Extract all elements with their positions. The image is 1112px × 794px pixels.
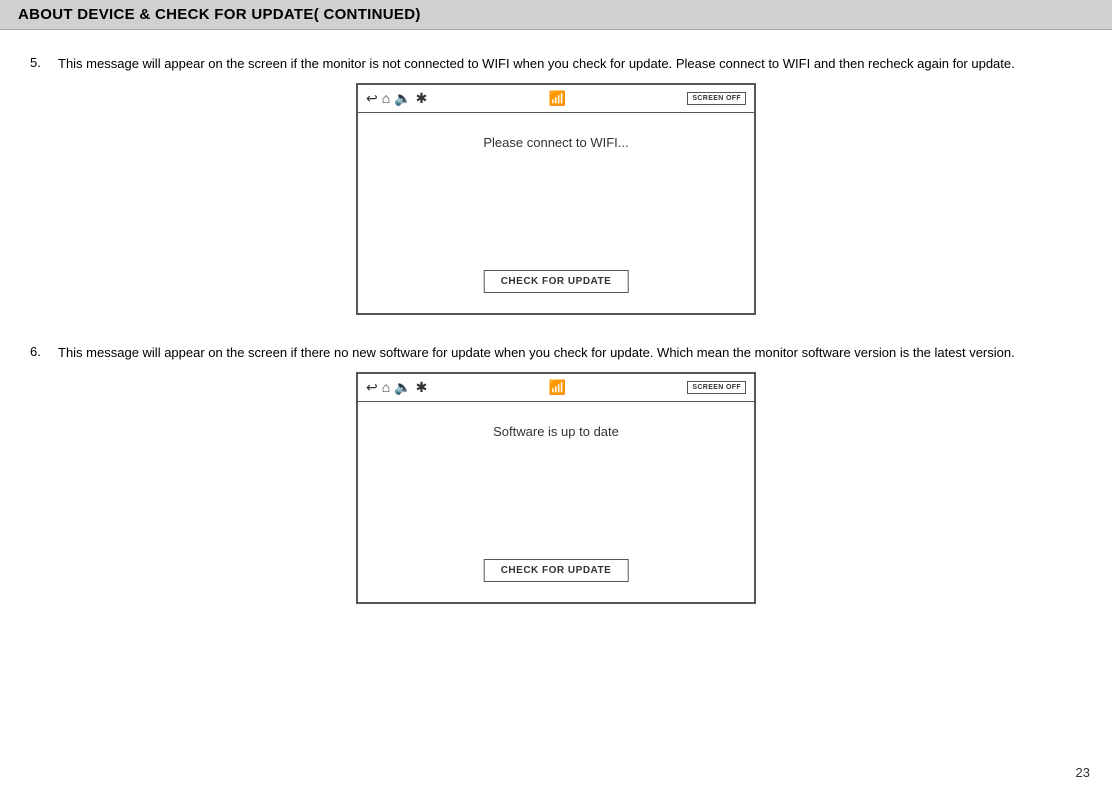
step-6-text: This message will appear on the screen i… <box>58 343 1015 364</box>
check-update-button-5[interactable]: CHECK FOR UPDATE <box>484 270 629 293</box>
step-5-text: This message will appear on the screen i… <box>58 54 1015 75</box>
step-5-number: 5. <box>30 54 58 75</box>
page-content: 5. This message will appear on the scree… <box>0 30 1112 662</box>
monitor-6-icons: ↩ ⌂ 🔈 ✱ <box>366 379 427 396</box>
check-update-button-6[interactable]: CHECK FOR UPDATE <box>484 559 629 582</box>
wifi-icon: 📶 <box>549 90 566 107</box>
monitor-6-message: Software is up to date <box>493 424 619 439</box>
volume-icon-2: 🔈 <box>394 379 411 396</box>
page-header: ABOUT DEVICE & CHECK FOR UPDATE( CONTINU… <box>0 0 1112 30</box>
volume-icon: 🔈 <box>394 90 411 107</box>
step-6-row: 6. This message will appear on the scree… <box>30 343 1082 364</box>
monitor-5-message: Please connect to WIFI... <box>483 135 628 150</box>
step-6-number: 6. <box>30 343 58 364</box>
monitor-5-container: ↩ ⌂ 🔈 ✱ 📶 SCREEN OFF Please con <box>30 83 1082 315</box>
monitor-6-frame: ↩ ⌂ 🔈 ✱ 📶 SCREEN OFF Software is up to d… <box>356 372 756 604</box>
monitor-6-topbar: ↩ ⌂ 🔈 ✱ 📶 SCREEN OFF <box>358 374 754 402</box>
monitor-6-body: Software is up to date CHECK FOR UPDATE <box>358 402 754 602</box>
step-5-row: 5. This message will appear on the scree… <box>30 54 1082 75</box>
page-number: 23 <box>1076 765 1090 780</box>
home-icon-2: ⌂ <box>382 379 390 395</box>
wifi-icon-2: 📶 <box>549 379 566 396</box>
monitor-5-body: Please connect to WIFI... CHECK FOR UPDA… <box>358 113 754 313</box>
page-title: ABOUT DEVICE & CHECK FOR UPDATE( CONTINU… <box>18 6 1094 23</box>
monitor-5-icons: ↩ ⌂ 🔈 ✱ <box>366 90 427 107</box>
back-icon-2: ↩ <box>366 379 378 396</box>
screen-off-badge-6: SCREEN OFF <box>687 381 746 394</box>
monitor-6-container: ↩ ⌂ 🔈 ✱ 📶 SCREEN OFF Software is up to d… <box>30 372 1082 604</box>
brightness-icon: ✱ <box>416 90 428 107</box>
brightness-icon-2: ✱ <box>416 379 428 396</box>
step-6-item: 6. This message will appear on the scree… <box>30 343 1082 604</box>
home-icon: ⌂ <box>382 90 390 106</box>
monitor-5-frame: ↩ ⌂ 🔈 ✱ 📶 SCREEN OFF Please con <box>356 83 756 315</box>
step-5-item: 5. This message will appear on the scree… <box>30 54 1082 315</box>
back-icon: ↩ <box>366 90 378 107</box>
screen-off-badge-5: SCREEN OFF <box>687 92 746 105</box>
monitor-5-topbar: ↩ ⌂ 🔈 ✱ 📶 SCREEN OFF <box>358 85 754 113</box>
